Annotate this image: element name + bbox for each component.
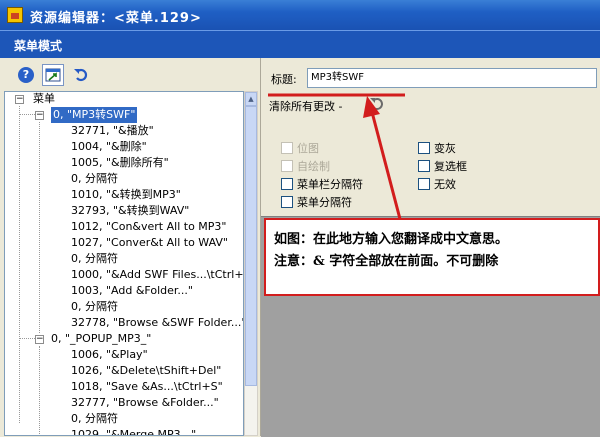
annotation-arrow — [268, 93, 405, 220]
